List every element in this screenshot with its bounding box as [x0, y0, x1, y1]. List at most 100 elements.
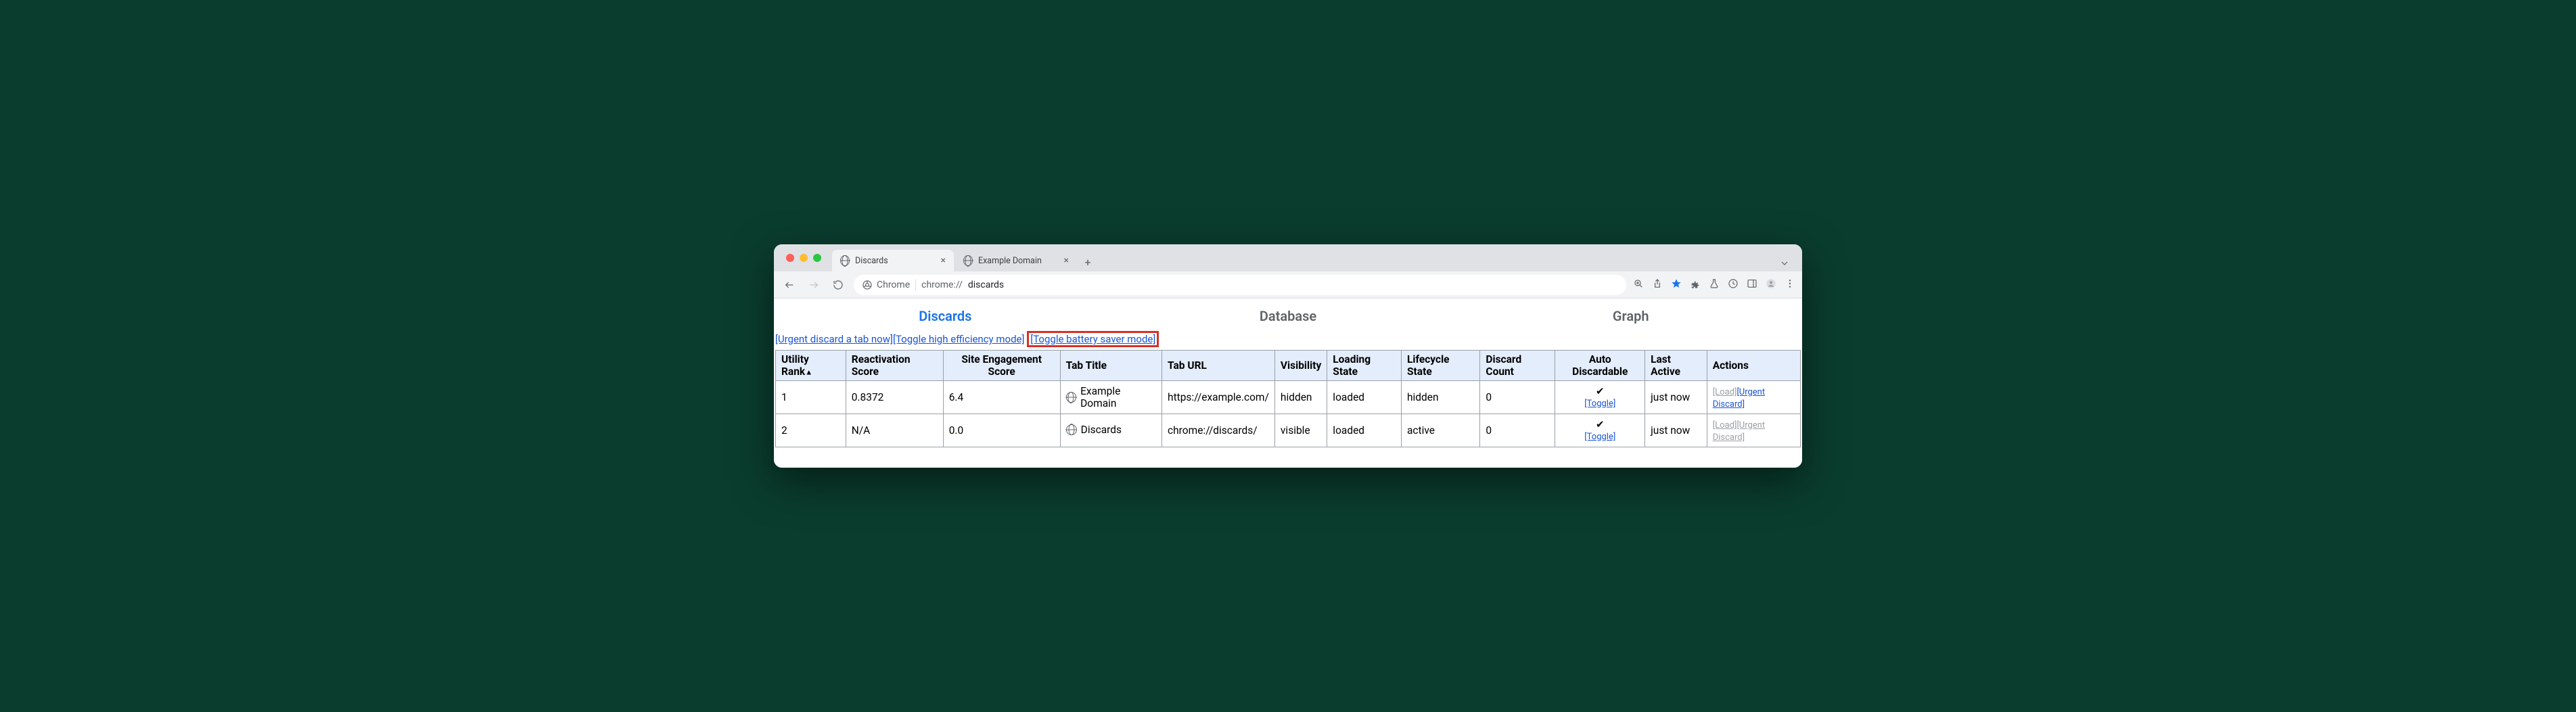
action-load-link: [Load] — [1713, 387, 1737, 397]
chevron-down-icon — [1779, 258, 1790, 269]
col-reactivation-score[interactable]: Reactivation Score — [846, 351, 943, 381]
zoom-button[interactable] — [1633, 278, 1644, 292]
check-icon: ✔ — [1561, 386, 1639, 397]
link-toggle-efficiency[interactable]: [Toggle high efficiency mode] — [893, 333, 1025, 345]
new-tab-button[interactable]: + — [1078, 252, 1097, 271]
url-scheme: chrome:// — [921, 280, 963, 290]
puzzle-icon — [1690, 278, 1701, 289]
close-tab-icon[interactable]: × — [1064, 255, 1069, 266]
table-header-row: Utility Rank▲ Reactivation Score Site En… — [776, 351, 1801, 381]
page-tabs: Discards Database Graph — [774, 298, 1802, 331]
cell-loading-state: loaded — [1327, 414, 1402, 447]
col-tab-title[interactable]: Tab Title — [1060, 351, 1162, 381]
cell-last-active: just now — [1645, 414, 1707, 447]
cell-actions: [Load][Urgent Discard] — [1707, 414, 1800, 447]
cell-tab-title: Example Domain — [1060, 381, 1162, 414]
discards-table: Utility Rank▲ Reactivation Score Site En… — [775, 350, 1801, 447]
col-last-active[interactable]: Last Active — [1645, 351, 1707, 381]
page-content: Discards Database Graph [Urgent discard … — [774, 298, 1802, 468]
sidepanel-button[interactable] — [1747, 278, 1757, 292]
toolbar: Chrome chrome:// discards — [774, 271, 1802, 298]
tab-overflow-button[interactable] — [1774, 258, 1795, 271]
update-icon — [1728, 278, 1739, 289]
kebab-icon — [1785, 278, 1795, 289]
cell-utility-rank: 1 — [776, 381, 846, 414]
col-lifecycle-state[interactable]: Lifecycle State — [1401, 351, 1479, 381]
col-visibility[interactable]: Visibility — [1274, 351, 1327, 381]
col-actions[interactable]: Actions — [1707, 351, 1800, 381]
cell-last-active: just now — [1645, 381, 1707, 414]
tab-title: Discards — [855, 256, 888, 266]
toolbar-actions — [1633, 278, 1795, 292]
arrow-left-icon — [784, 280, 795, 290]
browser-window: Discards × Example Domain × + — [774, 244, 1802, 468]
col-discard-count[interactable]: Discard Count — [1480, 351, 1555, 381]
browser-tab-discards[interactable]: Discards × — [832, 250, 954, 271]
sort-asc-icon: ▲ — [805, 368, 812, 376]
cell-tab-url: https://example.com/ — [1162, 381, 1275, 414]
col-tab-url[interactable]: Tab URL — [1162, 351, 1275, 381]
cell-lifecycle-state: hidden — [1401, 381, 1479, 414]
col-site-engagement[interactable]: Site Engagement Score — [943, 351, 1060, 381]
browser-tab-example[interactable]: Example Domain × — [955, 250, 1077, 271]
cell-tab-title: Discards — [1060, 414, 1162, 447]
globe-icon — [840, 256, 850, 265]
link-toggle-battery-saver[interactable]: [Toggle battery saver mode] — [1030, 333, 1155, 345]
close-tab-icon[interactable]: × — [941, 255, 946, 266]
back-button[interactable] — [781, 276, 798, 294]
cell-engagement: 6.4 — [943, 381, 1060, 414]
share-icon — [1652, 278, 1663, 289]
tab-graph[interactable]: Graph — [1459, 308, 1802, 324]
maximize-window-button[interactable] — [813, 254, 821, 262]
url-host: discards — [968, 280, 1004, 290]
tab-database[interactable]: Database — [1117, 308, 1460, 324]
cell-discard-count: 0 — [1480, 381, 1555, 414]
cell-reactivation: 0.8372 — [846, 381, 943, 414]
table-row: 2N/A0.0Discardschrome://discards/visible… — [776, 414, 1801, 447]
labs-button[interactable] — [1709, 278, 1720, 292]
action-load-link: [Load] — [1713, 420, 1737, 430]
minimize-window-button[interactable] — [800, 254, 808, 262]
cell-auto-discardable: ✔ [Toggle] — [1555, 381, 1645, 414]
avatar-icon — [1766, 278, 1776, 289]
share-button[interactable] — [1652, 278, 1663, 292]
table-row: 10.83726.4 Example Domainhttps://example.… — [776, 381, 1801, 414]
toggle-auto-discardable-link[interactable]: [Toggle] — [1584, 399, 1615, 409]
magnify-icon — [1633, 278, 1644, 289]
flask-icon — [1709, 278, 1720, 289]
site-chip: Chrome — [862, 280, 910, 290]
link-urgent-discard-now[interactable]: [Urgent discard a tab now] — [775, 333, 893, 345]
tab-title: Example Domain — [978, 256, 1042, 266]
chrome-icon — [862, 280, 873, 290]
extensions-button[interactable] — [1690, 278, 1701, 292]
tab-discards[interactable]: Discards — [774, 308, 1117, 324]
highlighted-action: [Toggle battery saver mode] — [1027, 331, 1159, 347]
cell-loading-state: loaded — [1327, 381, 1402, 414]
globe-icon — [1066, 424, 1077, 435]
col-loading-state[interactable]: Loading State — [1327, 351, 1402, 381]
cell-actions: [Load][Urgent Discard] — [1707, 381, 1800, 414]
titlebar: Discards × Example Domain × + — [774, 244, 1802, 271]
reload-button[interactable] — [829, 276, 847, 294]
profile-button[interactable] — [1766, 278, 1776, 292]
update-button[interactable] — [1728, 278, 1739, 292]
forward-button[interactable] — [805, 276, 823, 294]
cell-lifecycle-state: active — [1401, 414, 1479, 447]
omnibox[interactable]: Chrome chrome:// discards — [854, 275, 1626, 295]
toggle-auto-discardable-link[interactable]: [Toggle] — [1584, 432, 1615, 442]
cell-auto-discardable: ✔[Toggle] — [1555, 414, 1645, 447]
cell-discard-count: 0 — [1480, 414, 1555, 447]
cell-engagement: 0.0 — [943, 414, 1060, 447]
bookmark-button[interactable] — [1671, 278, 1682, 292]
col-utility-rank[interactable]: Utility Rank▲ — [776, 351, 846, 381]
menu-button[interactable] — [1785, 278, 1795, 292]
window-controls — [781, 254, 827, 262]
col-auto-discardable[interactable]: Auto Discardable — [1555, 351, 1645, 381]
cell-utility-rank: 2 — [776, 414, 846, 447]
cell-tab-title-text: Example Domain — [1080, 385, 1156, 409]
star-filled-icon — [1671, 278, 1682, 289]
close-window-button[interactable] — [786, 254, 794, 262]
arrow-right-icon — [808, 280, 819, 290]
omnibox-chip-text: Chrome — [877, 280, 910, 290]
action-link-row: [Urgent discard a tab now][Toggle high e… — [774, 331, 1802, 349]
